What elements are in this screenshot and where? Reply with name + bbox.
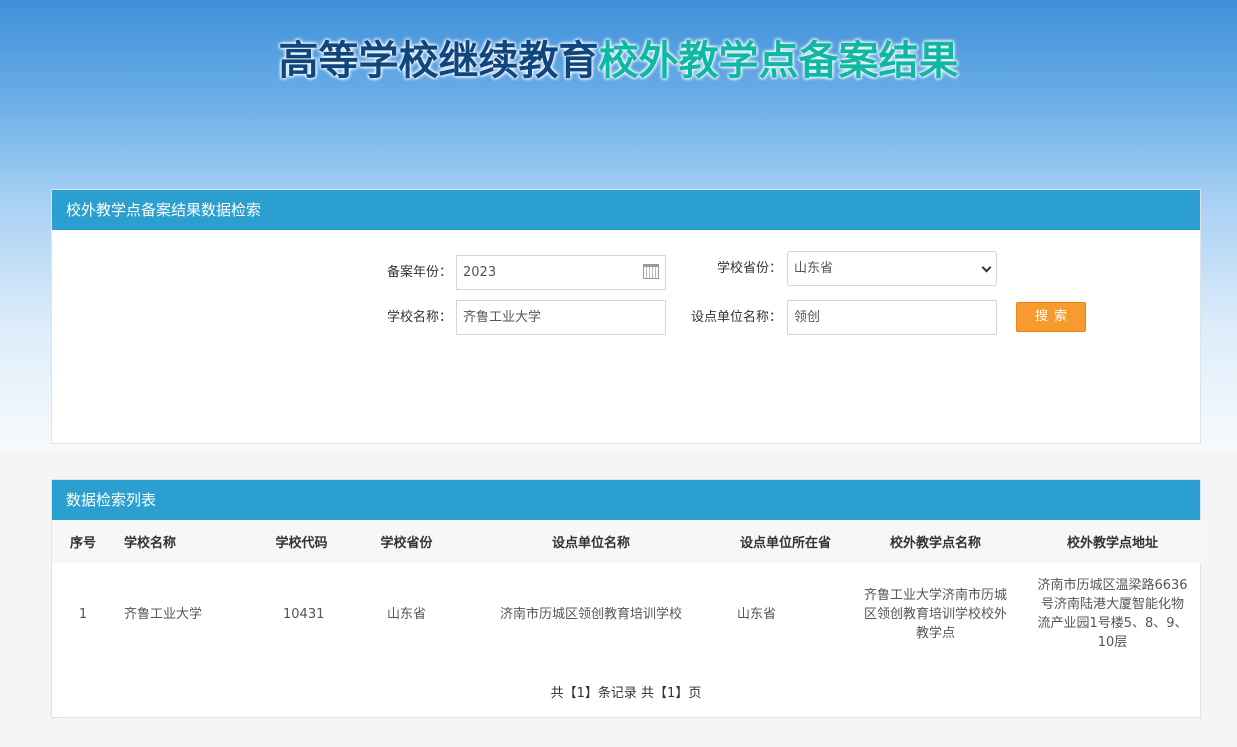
calendar-icon[interactable] [643,264,659,279]
header-site-name: 校外教学点名称 [848,520,1023,563]
header-school-name: 学校名称 [114,520,249,563]
pagination-info: 共【1】条记录 共【1】页 [550,686,702,701]
search-panel-title: 校外教学点备案结果数据检索 [52,190,1200,230]
page-title: 高等学校继续教育校外教学点备案结果 [0,28,1237,86]
cell-site-name: 齐鲁工业大学济南市历城区领创教育培训学校校外教学点 [864,587,1008,641]
year-value: 2023 [463,265,497,280]
cell-index: 1 [78,606,88,622]
header-index: 序号 [52,520,114,563]
page-title-part1: 高等学校继续教育 [278,38,599,84]
results-table: 序号 学校名称 学校代码 学校省份 设点单位名称 设点单位所在省 校外教学点名称… [52,520,1202,665]
unit-label: 设点单位名称： [690,310,782,325]
page-title-part2: 校外教学点备案结果 [598,38,959,84]
unit-value: 领创 [794,310,821,325]
cell-school-code: 10431 [283,606,325,622]
search-button[interactable]: 搜索 [1016,302,1086,332]
province-value: 山东省 [794,261,834,276]
cell-unit-province: 山东省 [737,606,777,622]
school-input[interactable]: 齐鲁工业大学 [456,300,666,335]
header-school-code: 学校代码 [249,520,354,563]
school-label: 学校名称： [386,310,452,325]
table-row: 1 齐鲁工业大学 10431 山东省 济南市历城区领创教育培训学校 山东省 齐鲁… [52,563,1202,665]
results-panel: 数据检索列表 序号 学校名称 学校代码 学校省份 设点单位名称 设点单位所在省 … [51,479,1202,718]
province-label: 学校省份： [716,261,782,276]
cell-unit-name: 济南市历城区领创教育培训学校 [499,606,682,622]
unit-input[interactable]: 领创 [787,300,997,335]
chevron-down-icon [981,262,992,273]
search-panel: 校外教学点备案结果数据检索 备案年份： 2023 学校省份： 山东省 学校名称：… [51,189,1201,444]
school-value: 齐鲁工业大学 [463,310,542,325]
cell-site-address: 济南市历城区温梁路6636号济南陆港大厦智能化物流产业园1号楼5、8、9、10层 [1037,578,1188,650]
header-unit-name: 设点单位名称 [459,520,723,563]
cell-school-province: 山东省 [386,606,426,622]
header-unit-province: 设点单位所在省 [723,520,848,563]
table-header-row: 序号 学校名称 学校代码 学校省份 设点单位名称 设点单位所在省 校外教学点名称… [52,520,1202,563]
cell-school-name: 齐鲁工业大学 [124,606,203,622]
results-panel-title: 数据检索列表 [52,480,1200,520]
header-site-address: 校外教学点地址 [1023,520,1202,563]
header-school-province: 学校省份 [354,520,459,563]
year-label: 备案年份： [386,265,452,280]
year-input[interactable]: 2023 [456,255,666,290]
province-select[interactable]: 山东省 [787,251,997,286]
